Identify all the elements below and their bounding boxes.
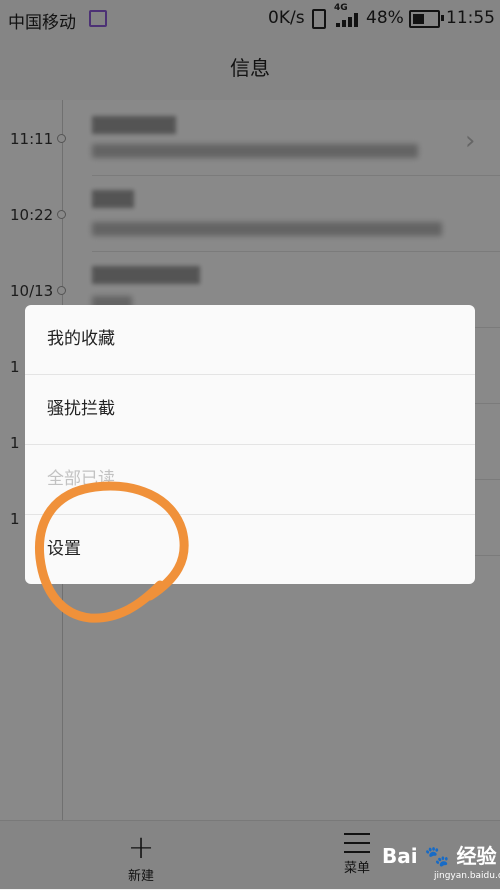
options-menu: 我的收藏 骚扰拦截 全部已读 设置	[25, 305, 475, 584]
menu-item-favorites[interactable]: 我的收藏	[25, 305, 475, 375]
paw-icon: 🐾	[424, 844, 450, 868]
watermark-url: jingyan.baidu.com	[434, 871, 500, 881]
baidu-watermark: Bai 🐾 经验 jingyan.baidu.com	[382, 840, 500, 881]
menu-item-mark-all-read: 全部已读	[25, 445, 475, 515]
menu-item-spam-block[interactable]: 骚扰拦截	[25, 375, 475, 445]
watermark-suffix: 经验	[456, 844, 497, 868]
menu-item-settings[interactable]: 设置	[25, 515, 475, 584]
watermark-brand: Bai	[382, 844, 418, 868]
